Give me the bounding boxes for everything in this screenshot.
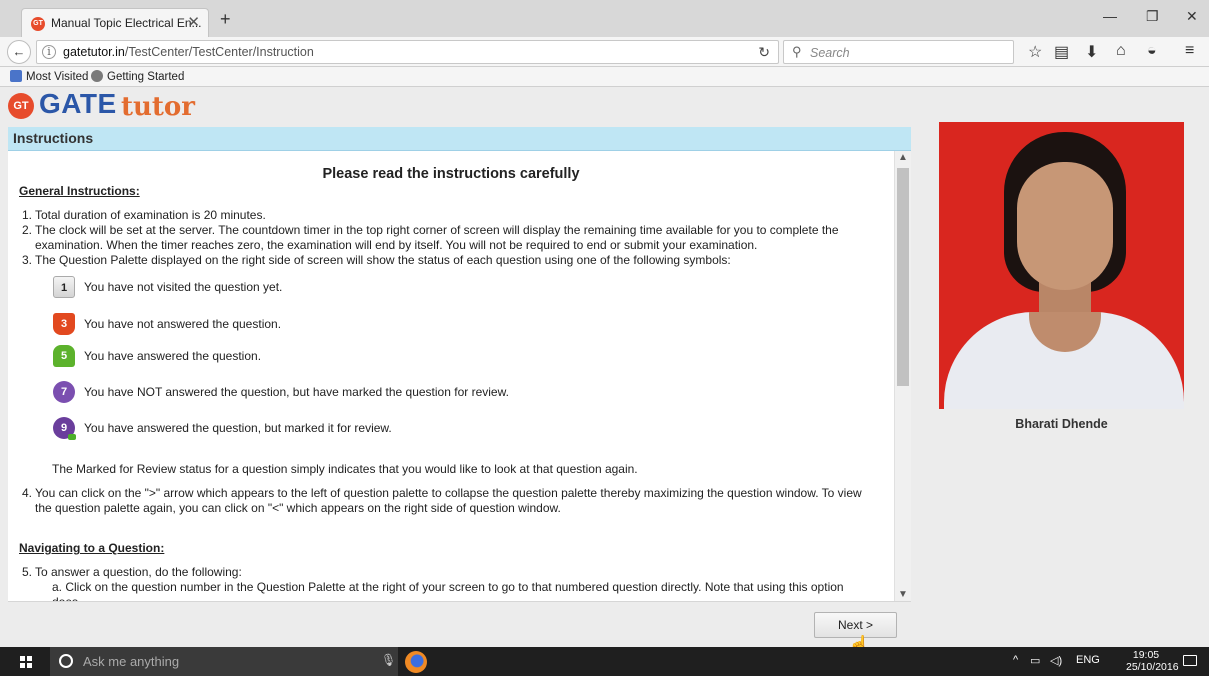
pocket-icon[interactable]: ◒ <box>1147 42 1157 60</box>
general-instructions-title: General Instructions: <box>19 184 140 198</box>
action-center-icon[interactable] <box>1183 655 1197 666</box>
candidate-name: Bharati Dhende <box>1015 417 1108 431</box>
instruction-1: 1. Total duration of examination is 20 mi… <box>22 208 266 222</box>
symbol-label: You have not visited the question yet. <box>84 280 283 294</box>
instruction-text: To answer a question, do the following: <box>35 565 242 579</box>
marked-review-badge-icon: 7 <box>53 381 75 403</box>
exam-page: GT GATE tutor Instructions Please read t… <box>0 87 1209 655</box>
new-tab-icon[interactable]: + <box>220 9 231 30</box>
scroll-down-icon[interactable]: ▼ <box>898 589 908 600</box>
instruction-4: 4. You can click on the ">" arrow which a… <box>22 486 862 515</box>
instructions-body: Please read the instructions carefully G… <box>8 151 894 602</box>
close-tab-icon[interactable]: ✕ <box>187 13 200 31</box>
windows-start-icon[interactable] <box>20 656 32 668</box>
instructions-heading: Please read the instructions carefully <box>322 166 580 182</box>
site-favicon-icon: GT <box>31 17 45 31</box>
cortana-icon <box>59 654 73 668</box>
gt-logo-icon: GT <box>8 93 34 119</box>
marked-review-note: The Marked for Review status for a quest… <box>52 462 638 476</box>
search-placeholder: Search <box>810 46 850 60</box>
menu-icon[interactable]: ≡ <box>1185 42 1194 60</box>
cortana-search-box[interactable]: Ask me anything 🎙 <box>50 647 398 676</box>
getting-started-icon <box>91 70 103 82</box>
clock-time: 19:05 <box>1132 649 1160 661</box>
url-host: gatetutor.in <box>63 45 125 59</box>
candidate-panel: Bharati Dhende <box>911 121 1209 647</box>
instruction-text: You can click on the ">" arrow which app… <box>35 486 862 515</box>
browser-tab[interactable]: GT Manual Topic Electrical En... ✕ <box>21 8 209 37</box>
instruction-text: The clock will be set at the server. The… <box>35 223 839 252</box>
bookmark-label: Most Visited <box>26 71 89 83</box>
windows-taskbar: Ask me anything 🎙 ^ ▭ ◁) ENG 19:05 25/10… <box>0 647 1209 676</box>
logo-tutor: tutor <box>121 92 195 122</box>
bookmark-star-icon[interactable]: ☆ <box>1028 42 1042 62</box>
bookmarks-bar: Most Visited Getting Started <box>0 67 1209 87</box>
language-indicator[interactable]: ENG <box>1076 654 1100 666</box>
candidate-photo <box>939 122 1184 409</box>
reload-icon[interactable]: ↻ <box>758 44 770 61</box>
instructions-scrollbar[interactable]: ▲ ▼ <box>894 151 911 601</box>
not-answered-badge-icon: 3 <box>53 313 75 335</box>
site-info-icon[interactable]: i <box>42 45 56 59</box>
answered-badge-icon: 5 <box>53 345 75 367</box>
answered-marked-badge-icon: 9 <box>53 417 76 440</box>
browser-tab-strip: GT Manual Topic Electrical En... ✕ + — ❐… <box>0 0 1209 37</box>
navigation-bar: ← i gatetutor.in/TestCenter/TestCenter/I… <box>0 37 1209 67</box>
search-bar[interactable]: ⚲ Search <box>783 40 1014 64</box>
network-icon[interactable]: ▭ <box>1030 654 1040 667</box>
scroll-up-icon[interactable]: ▲ <box>898 152 908 163</box>
instruction-5: 5. To answer a question, do the following… <box>22 565 242 579</box>
logo-gate: GATE <box>39 88 117 119</box>
address-bar[interactable]: i gatetutor.in/TestCenter/TestCenter/Ins… <box>36 40 779 64</box>
restore-icon[interactable]: ❐ <box>1146 8 1159 25</box>
bookmark-most-visited[interactable]: Most Visited <box>10 70 88 83</box>
search-icon: ⚲ <box>792 44 802 59</box>
microphone-icon[interactable]: 🎙 <box>381 653 396 667</box>
url-text: gatetutor.in/TestCenter/TestCenter/Instr… <box>63 45 314 59</box>
clock-date: 25/10/2016 <box>1126 661 1179 673</box>
instruction-2: 2. The clock will be set at the server. T… <box>22 223 839 252</box>
cortana-placeholder: Ask me anything <box>83 654 180 669</box>
home-icon[interactable]: ⌂ <box>1116 42 1126 60</box>
instructions-header: Instructions <box>8 127 911 151</box>
symbol-label: You have answered the question, but mark… <box>84 421 392 435</box>
instructions-panel: Please read the instructions carefully G… <box>8 151 911 601</box>
instruction-text: The Question Palette displayed on the ri… <box>35 253 731 267</box>
instruction-5a: a. Click on the question number in the Q… <box>52 580 844 601</box>
tab-title: Manual Topic Electrical En... <box>51 16 202 30</box>
bookmark-label: Getting Started <box>107 71 185 83</box>
instruction-text: Total duration of examination is 20 minu… <box>35 208 266 222</box>
scrollbar-thumb[interactable] <box>897 168 909 386</box>
most-visited-icon <box>10 70 22 82</box>
tray-chevron-icon[interactable]: ^ <box>1013 654 1018 666</box>
downloads-icon[interactable]: ⬇ <box>1085 42 1098 62</box>
navigating-title: Navigating to a Question: <box>19 541 165 555</box>
firefox-taskbar-icon[interactable] <box>405 651 427 673</box>
instructions-title: Instructions <box>13 130 94 146</box>
minimize-icon[interactable]: — <box>1103 8 1117 24</box>
close-window-icon[interactable]: ✕ <box>1186 8 1198 25</box>
not-visited-badge-icon: 1 <box>53 276 75 298</box>
system-clock[interactable]: 19:05 25/10/2016 <box>1126 649 1179 673</box>
footer-bar: Next > <box>8 601 911 647</box>
instruction-3: 3. The Question Palette displayed on the … <box>22 253 731 267</box>
back-button[interactable]: ← <box>7 40 31 64</box>
symbol-label: You have answered the question. <box>84 349 262 363</box>
volume-icon[interactable]: ◁) <box>1050 654 1062 667</box>
bookmark-getting-started[interactable]: Getting Started <box>91 70 184 83</box>
url-path: /TestCenter/TestCenter/Instruction <box>124 45 314 59</box>
symbol-label: You have NOT answered the question, but … <box>84 385 509 399</box>
symbol-label: You have not answered the question. <box>84 317 282 331</box>
reading-list-icon[interactable]: ▤ <box>1054 42 1069 62</box>
